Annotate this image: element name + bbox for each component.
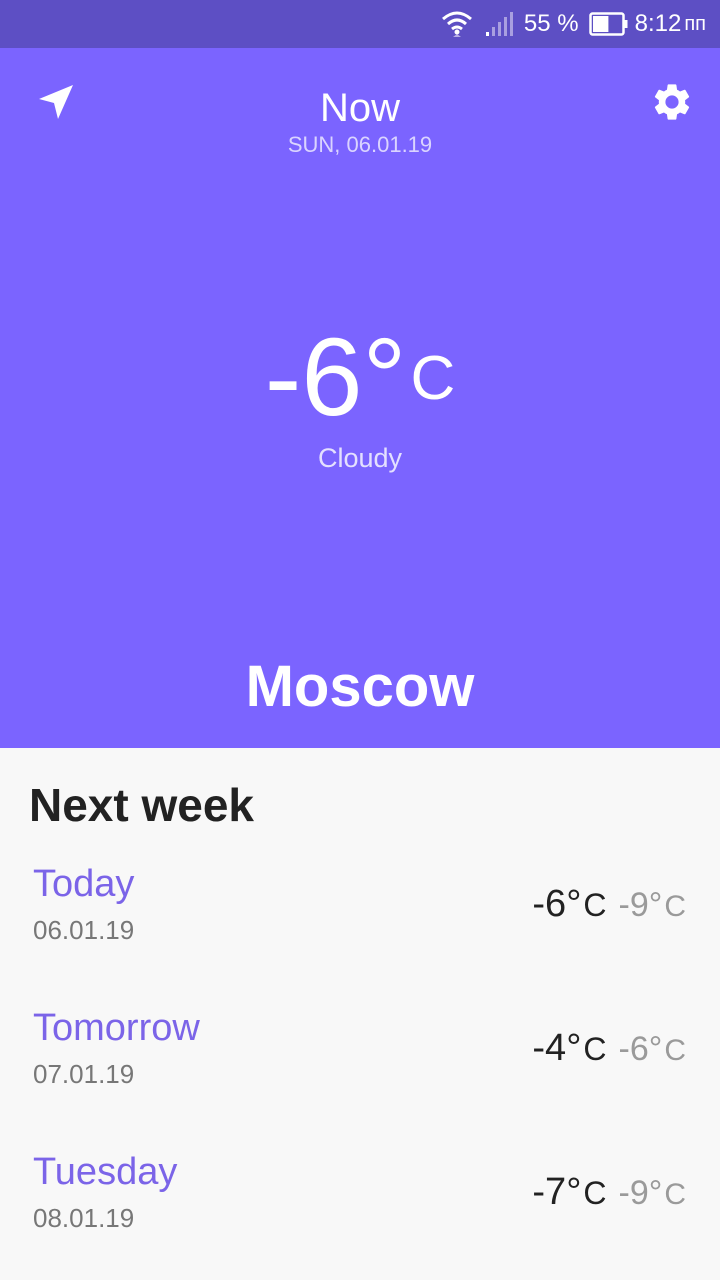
high-temp-unit: C (583, 887, 607, 923)
low-temp: -6° (618, 1030, 663, 1068)
low-temp: -9° (618, 886, 663, 924)
week-forecast: Next week Today 06.01.19 -6° C -9° C Tom… (0, 748, 720, 1280)
day-temperatures: -6° C -9° C (532, 883, 686, 926)
forecast-row-tuesday[interactable]: Tuesday 08.01.19 -7° C -9° C (0, 1151, 720, 1261)
low-temp-unit: C (664, 890, 686, 923)
settings-button[interactable] (644, 76, 700, 132)
signal-icon (484, 10, 514, 38)
day-name: Tuesday (33, 1151, 178, 1193)
section-title: Next week (29, 779, 255, 831)
day-date: 06.01.19 (33, 915, 135, 945)
day-date: 07.01.19 (33, 1059, 135, 1089)
status-bar: 55 % 8:12 пп (0, 0, 720, 48)
current-temperature: -6° C (0, 323, 720, 433)
day-name: Today (33, 863, 135, 905)
high-temp-unit: C (583, 1031, 607, 1067)
page-title: Now (319, 86, 401, 130)
day-name: Tomorrow (33, 1007, 200, 1049)
current-date: SUN, 06.01.19 (287, 132, 433, 157)
temperature-unit: C (410, 344, 456, 413)
wifi-icon (440, 9, 474, 39)
high-temp: -4° (532, 1027, 582, 1069)
weather-condition: Cloudy (317, 443, 403, 473)
battery-icon (588, 12, 629, 36)
current-weather-panel: Now SUN, 06.01.19 -6° C Cloudy Moscow (0, 48, 720, 748)
battery-percent: 55 % (523, 10, 579, 37)
day-date: 08.01.19 (33, 1203, 135, 1233)
clock-time: 8:12 (634, 10, 682, 37)
forecast-row-today[interactable]: Today 06.01.19 -6° C -9° C (0, 863, 720, 973)
high-temp: -6° (532, 883, 582, 925)
day-temperatures: -4° C -6° C (532, 1027, 686, 1070)
temperature-value: -6° (264, 316, 407, 439)
high-temp: -7° (532, 1171, 582, 1213)
clock-suffix: пп (684, 12, 706, 35)
low-temp-unit: C (664, 1178, 686, 1211)
gear-icon (650, 80, 694, 129)
forecast-row-tomorrow[interactable]: Tomorrow 07.01.19 -4° C -6° C (0, 1007, 720, 1117)
day-temperatures: -7° C -9° C (532, 1171, 686, 1214)
high-temp-unit: C (583, 1175, 607, 1211)
low-temp-unit: C (664, 1034, 686, 1067)
city-name: Moscow (245, 654, 475, 719)
low-temp: -9° (618, 1174, 663, 1212)
